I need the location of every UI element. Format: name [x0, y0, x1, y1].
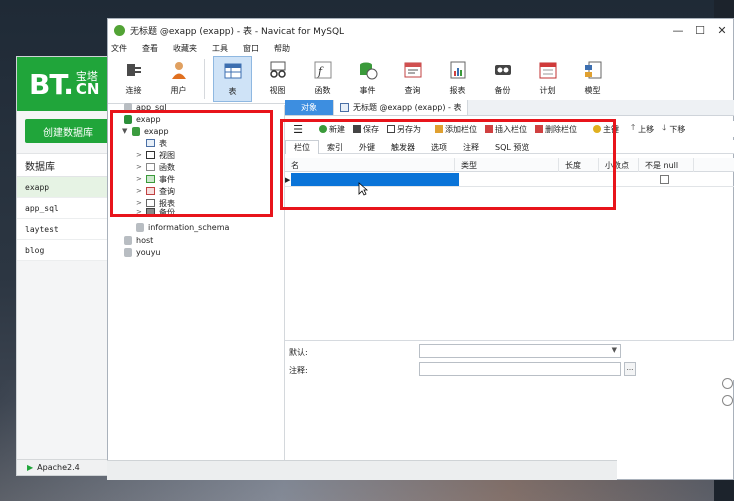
menu-favorites[interactable]: 收藏夹 [173, 43, 206, 54]
tree-item-label: youyu [136, 247, 161, 257]
toolbar-label: 查询 [404, 86, 421, 95]
toolbar-schedule[interactable]: 计划 [528, 56, 567, 102]
toolbar-model[interactable]: 模型 [573, 56, 612, 102]
side-icons [722, 378, 734, 412]
database-row[interactable]: blog [17, 240, 119, 261]
comment-label: 注释: [289, 365, 308, 375]
tab-label: 无标题 @exapp (exapp) - 表 [353, 103, 462, 112]
glasses-icon [267, 59, 289, 81]
window-title: 无标题 @exapp (exapp) - 表 - Navicat for MyS… [130, 26, 345, 37]
database-icon [124, 247, 132, 257]
tab-objects[interactable]: 对象 [285, 100, 333, 115]
toolbar-label: 视图 [269, 86, 286, 95]
tab-untitled-table[interactable]: 无标题 @exapp (exapp) - 表 [333, 100, 469, 115]
field-properties: 默认: ▼ 注释: ... [285, 340, 734, 380]
report-icon [447, 59, 469, 81]
database-row[interactable]: app_sql [17, 198, 119, 219]
toolbar-separator [204, 59, 205, 99]
query-icon [402, 59, 424, 81]
create-database-button[interactable]: 创建数据库 [25, 119, 111, 143]
toolbar-user[interactable]: 用户 [159, 56, 198, 102]
navicat-window: 无标题 @exapp (exapp) - 表 - Navicat for MyS… [107, 18, 734, 480]
move-down-button[interactable]: 🡓 下移 [662, 122, 685, 136]
annotation-box-grid [280, 119, 616, 210]
database-icon [124, 235, 132, 245]
bt-logo-main: BT. [29, 67, 74, 101]
bt-footer-label: Apache2.4 [37, 463, 80, 472]
move-up-label: 上移 [638, 124, 655, 134]
bt-footer: ▶ Apache2.4 [17, 459, 121, 475]
toolbar-label: 用户 [170, 86, 187, 95]
chevron-down-icon: ▼ [611, 346, 617, 354]
menu-file[interactable]: 文件 [111, 43, 136, 54]
toolbar-report[interactable]: 报表 [438, 56, 477, 102]
minimize-button[interactable]: — [667, 24, 689, 37]
toolbar-label: 连接 [125, 86, 142, 95]
database-row[interactable]: laytest [17, 219, 119, 240]
event-icon [357, 59, 379, 81]
column-not-null[interactable]: 不是 null [639, 158, 694, 172]
menu-help[interactable]: 帮助 [274, 43, 299, 54]
bt-logo: BT. 宝塔 CN [17, 57, 119, 111]
toolbar-label: 事件 [359, 86, 376, 95]
table-icon [340, 103, 349, 112]
toolbar-connect[interactable]: 连接 [114, 56, 153, 102]
tree-item-information-schema[interactable]: information_schema [136, 221, 229, 233]
not-null-cell[interactable] [639, 173, 689, 186]
tree-item-label: host [136, 235, 154, 245]
database-header: 数据库 [17, 153, 119, 177]
backup-icon [492, 59, 514, 81]
toolbar-label: 计划 [539, 86, 556, 95]
toolbar-function[interactable]: f 函数 [303, 56, 342, 102]
table-icon [222, 60, 244, 82]
toolbar-label: 备份 [494, 86, 511, 95]
toolbar-label: 模型 [584, 86, 601, 95]
bt-logo-en: CN [75, 80, 100, 98]
arrow-down-icon: 🡓 [662, 123, 667, 132]
settings-icon[interactable] [722, 395, 733, 406]
menu-window[interactable]: 窗口 [243, 43, 268, 54]
database-row[interactable]: exapp [17, 177, 119, 198]
not-null-checkbox[interactable] [659, 175, 669, 184]
menu-tools[interactable]: 工具 [212, 43, 237, 54]
toolbar-table[interactable]: 表 [213, 56, 252, 102]
move-down-label: 下移 [669, 124, 686, 134]
maximize-button[interactable]: ☐ [689, 24, 711, 37]
toolbar-event[interactable]: 事件 [348, 56, 387, 102]
tree-item-host[interactable]: host [124, 234, 153, 246]
arrow-up-icon: 🡑 [631, 123, 636, 132]
user-icon [168, 59, 190, 81]
tree-item-label: information_schema [148, 222, 230, 232]
toolbar-view[interactable]: 视图 [258, 56, 297, 102]
menu-bar: 文件 查看 收藏夹 工具 窗口 帮助 [108, 41, 733, 56]
annotation-box-tree [110, 110, 273, 217]
database-icon [136, 222, 144, 232]
toolbar-backup[interactable]: 备份 [483, 56, 522, 102]
function-icon: f [312, 59, 334, 81]
bt-panel: BT. 宝塔 CN 创建数据库 数据库 exapp app_sql laytes… [16, 56, 121, 476]
move-up-button[interactable]: 🡑 上移 [631, 122, 654, 136]
close-button[interactable]: ✕ [711, 24, 733, 37]
toolbar-label: 表 [228, 87, 237, 96]
title-bar: 无标题 @exapp (exapp) - 表 - Navicat for MyS… [108, 19, 733, 41]
comment-input[interactable] [419, 362, 621, 376]
main-toolbar: 连接 用户 表 视图 f 函数 事件 查询 报表 备份 计划 模型 [108, 56, 733, 104]
default-label: 默认: [289, 347, 308, 357]
comment-ellipsis-button[interactable]: ... [624, 362, 636, 376]
document-tabs: 对象 无标题 @exapp (exapp) - 表 [285, 100, 734, 116]
play-icon: ▶ [27, 463, 34, 472]
toolbar-label: 报表 [449, 86, 466, 95]
model-icon [582, 59, 604, 81]
toolbar-label: 函数 [314, 86, 331, 95]
tree-item-youyu[interactable]: youyu [124, 246, 161, 258]
lang-indicator-icon[interactable] [722, 378, 733, 389]
plug-icon [123, 59, 145, 81]
navicat-logo-icon [114, 24, 125, 36]
bottom-status-strip [107, 460, 617, 480]
menu-view[interactable]: 查看 [142, 43, 167, 54]
calendar-icon [537, 59, 559, 81]
toolbar-query[interactable]: 查询 [393, 56, 432, 102]
default-select[interactable]: ▼ [419, 344, 621, 358]
